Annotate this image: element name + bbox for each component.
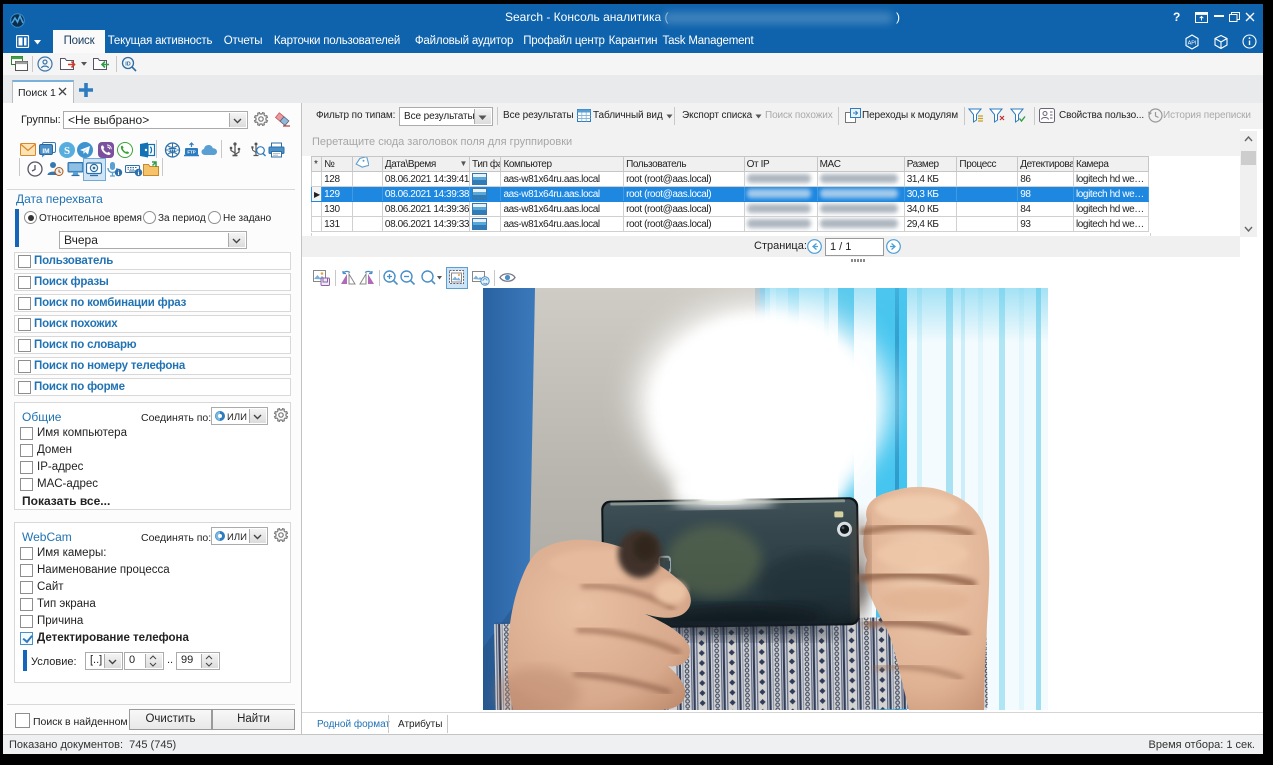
svg-text:FTP: FTP xyxy=(187,149,195,154)
svg-text:HTTP: HTTP xyxy=(168,148,178,152)
svg-text:API: API xyxy=(1188,41,1197,47)
svg-text:IM: IM xyxy=(42,148,49,155)
svg-text:i: i xyxy=(138,170,140,177)
svg-text:S: S xyxy=(64,145,70,157)
svg-text:ID: ID xyxy=(125,61,131,67)
svg-text:i: i xyxy=(118,170,120,177)
